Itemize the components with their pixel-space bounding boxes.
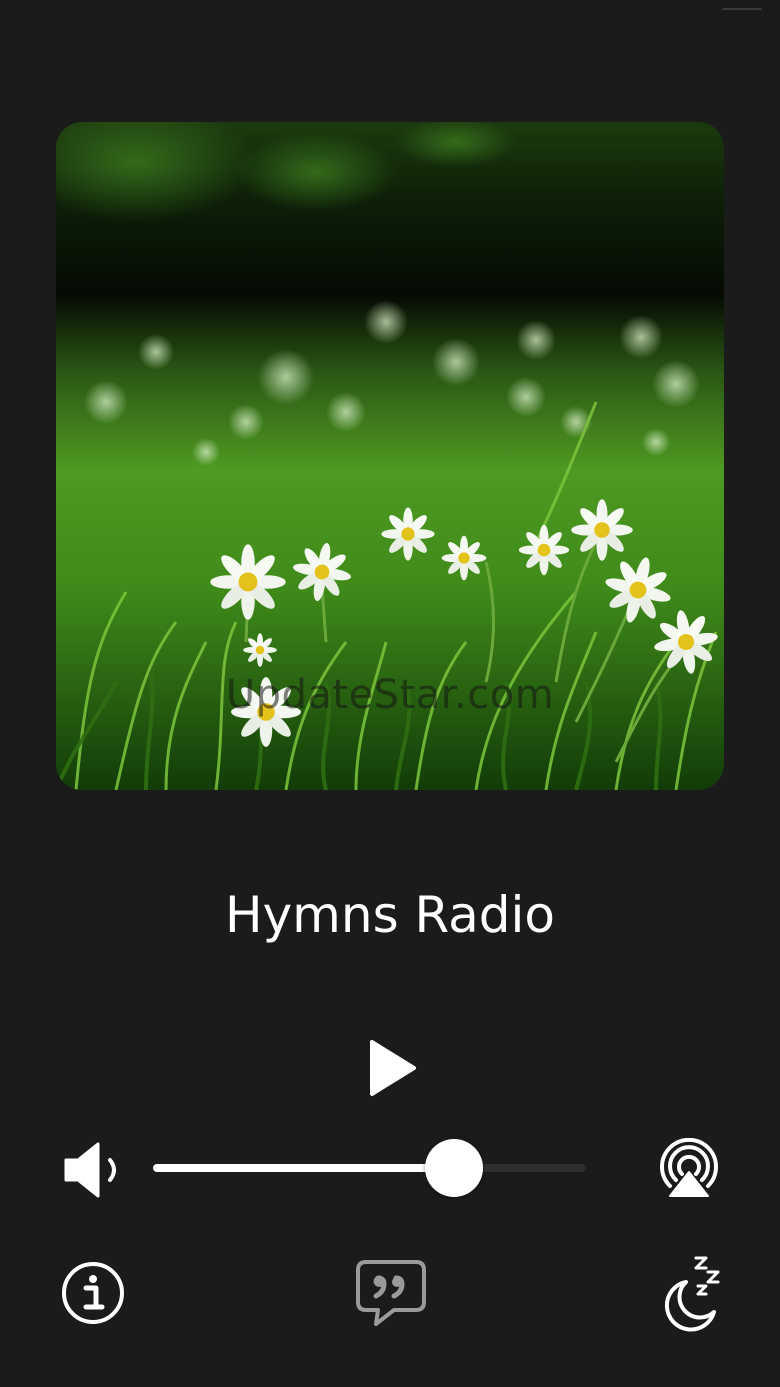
bottom-toolbar: [0, 1250, 780, 1340]
play-button[interactable]: [360, 1034, 424, 1102]
watermark-text: UpdateStar.com: [225, 672, 555, 718]
airplay-icon[interactable]: [656, 1137, 722, 1204]
station-title: Hymns Radio: [224, 886, 556, 944]
top-handle: [722, 8, 762, 10]
info-icon[interactable]: [60, 1260, 126, 1326]
album-artwork: UpdateStar.com: [56, 122, 724, 790]
volume-row: [0, 1130, 780, 1210]
volume-slider[interactable]: [153, 1139, 586, 1197]
play-icon: [370, 1040, 416, 1096]
volume-slider-thumb[interactable]: [424, 1139, 483, 1197]
sleep-timer-icon[interactable]: [656, 1252, 724, 1332]
quote-bubble-icon[interactable]: [354, 1258, 428, 1328]
volume-slider-fill: [153, 1164, 454, 1172]
speaker-icon[interactable]: [62, 1140, 124, 1200]
